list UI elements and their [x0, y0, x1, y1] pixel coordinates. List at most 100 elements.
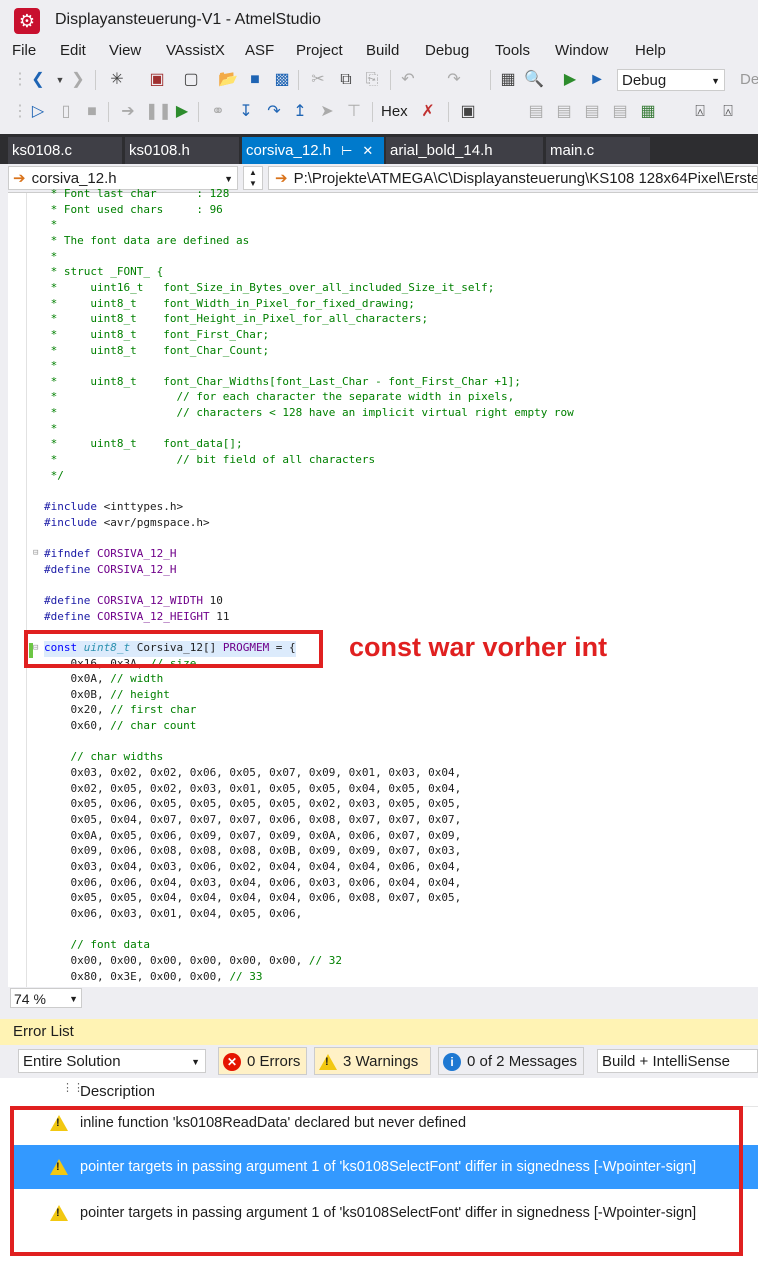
code-line: * uint16_t font_Size_in_Bytes_over_all_i… [44, 280, 495, 294]
menu-asf[interactable]: ASF [245, 42, 274, 59]
column-description[interactable]: Description [80, 1083, 155, 1100]
code-line: #define CORSIVA_12_WIDTH 10 [44, 593, 223, 607]
step-icon[interactable]: ▷ [28, 96, 48, 128]
annotation-text: const war vorher int [349, 632, 608, 662]
tab-ks0108-c[interactable]: ks0108.c [8, 137, 122, 164]
stop-icon[interactable]: ■ [82, 96, 102, 128]
run-to-cursor-icon[interactable]: ➔ [118, 96, 138, 128]
menu-debug[interactable]: Debug [425, 42, 469, 59]
code-line: * uint8_t font_Height_in_Pixel_for_all_c… [44, 312, 429, 326]
menu-edit[interactable]: Edit [60, 42, 86, 59]
copy-icon[interactable]: ⧉ [336, 64, 356, 96]
code-line: * [44, 421, 58, 435]
tab-main-c[interactable]: main.c [546, 137, 650, 164]
build-filter-select[interactable]: Build + IntelliSense [597, 1049, 758, 1073]
cut-icon[interactable]: ✂ [308, 64, 328, 96]
scope-spinner[interactable]: ▲ ▼ [243, 166, 263, 190]
menu-project[interactable]: Project [296, 42, 343, 59]
code-line: 0x05, 0x04, 0x07, 0x07, 0x07, 0x06, 0x08… [44, 813, 462, 826]
start-without-debugging-icon[interactable]: ► [587, 64, 607, 96]
info-icon: i [443, 1053, 461, 1072]
back-icon[interactable]: ❮ [28, 64, 48, 96]
code-line: * Font last char : 128 [44, 187, 230, 200]
memory-icon[interactable]: ▣ [458, 96, 478, 128]
step-out-icon[interactable]: ↥ [290, 96, 310, 128]
cursor-icon[interactable]: ➤ [317, 96, 337, 128]
chevron-down-icon: ▼ [191, 1057, 200, 1067]
error-list-title[interactable]: Error List [0, 1019, 758, 1045]
save-all-icon[interactable]: ▩ [272, 64, 292, 96]
file-path-box[interactable]: ➔ P:\Projekte\ATMEGA\C\Displayansteuerung… [268, 166, 758, 190]
forward-icon[interactable]: ❯ [68, 64, 88, 96]
menu-help[interactable]: Help [635, 42, 666, 59]
code-line: 0x09, 0x06, 0x08, 0x08, 0x08, 0x0B, 0x09… [44, 844, 462, 858]
start-debugging-icon[interactable]: ▶ [560, 64, 580, 96]
warnings-filter-button[interactable]: 3 Warnings [314, 1047, 431, 1075]
solution-explorer-icon[interactable]: ▦ [498, 64, 518, 96]
paste-icon[interactable]: ⎘ [362, 64, 382, 96]
disable-breakpoints-icon[interactable]: ✗ [418, 96, 438, 128]
hex-toggle[interactable]: Hex [381, 103, 408, 120]
save-icon[interactable]: ■ [245, 64, 265, 96]
dropdown-icon[interactable]: ▼ [50, 64, 70, 96]
toolbar-grip-icon: ⋮ [12, 71, 28, 88]
code-line: 0x06, 0x06, 0x04, 0x03, 0x04, 0x06, 0x03… [44, 875, 462, 889]
code-line: * Font used chars : 96 [44, 202, 223, 216]
code-line: 0x60, // char count [44, 719, 197, 733]
menu-build[interactable]: Build [366, 42, 399, 59]
device-icon[interactable]: ▯ [56, 96, 76, 128]
registers-icon[interactable]: ▤ [526, 96, 546, 128]
processor-icon[interactable]: ▤ [582, 96, 602, 128]
new-project-icon[interactable]: ✳ [107, 64, 127, 96]
code-line: */ [44, 468, 64, 482]
warning-icon [319, 1054, 337, 1071]
continue-icon[interactable]: ▶ [172, 96, 192, 128]
menu-vassistx[interactable]: VAssistX [166, 42, 225, 59]
atmel-studio-icon: ⚙ [14, 8, 40, 34]
code-line: 0x00, 0x00, 0x00, 0x00, 0x00, 0x00, // 3… [44, 953, 343, 967]
solution-scope-value: Entire Solution [23, 1053, 121, 1070]
reset-icon[interactable]: ⊤ [344, 96, 364, 128]
errors-filter-button[interactable]: ✕ 0 Errors [218, 1047, 307, 1075]
menu-window[interactable]: Window [555, 42, 608, 59]
messages-filter-button[interactable]: i 0 of 2 Messages [438, 1047, 584, 1075]
download-icon[interactable]: ⍓ [718, 96, 738, 128]
open-file-icon[interactable]: 📂 [218, 64, 238, 96]
platform-label[interactable]: De [740, 71, 758, 88]
close-icon[interactable]: ✕ [362, 137, 373, 164]
download-device-icon[interactable]: ⍓ [690, 96, 710, 128]
tab-corsiva-12-h[interactable]: corsiva_12.h ⊢ ✕ [242, 137, 384, 164]
image-icon[interactable]: ▦ [638, 96, 658, 128]
menu-file[interactable]: File [12, 42, 36, 59]
configuration-select[interactable]: Debug ▼ [617, 69, 725, 91]
solution-scope-select[interactable]: Entire Solution ▼ [18, 1049, 206, 1073]
tab-arial-bold-14-h[interactable]: arial_bold_14.h [386, 137, 543, 164]
io-view-icon[interactable]: ▤ [554, 96, 574, 128]
menu-tools[interactable]: Tools [495, 42, 530, 59]
watch-icon[interactable]: ⚭ [208, 96, 228, 128]
step-over-icon[interactable]: ↷ [264, 96, 284, 128]
code-line: // font data [70, 938, 150, 952]
pause-icon[interactable]: ❚❚ [145, 96, 172, 128]
code-line: 0x0B, // height [44, 687, 170, 701]
redo-icon[interactable]: ↷ [444, 64, 464, 96]
editor-margin [8, 193, 27, 987]
tab-ks0108-h[interactable]: ks0108.h [125, 137, 239, 164]
add-item-icon[interactable]: ▢ [181, 64, 201, 96]
code-line: * // characters < 128 have an implicit v… [44, 406, 574, 420]
code-line: * uint8_t font_First_Char; [44, 327, 270, 341]
fold-toggle-icon[interactable]: ⊟ [33, 548, 38, 558]
tab-label: ks0108.c [12, 142, 73, 159]
errors-count: 0 Errors [247, 1053, 301, 1070]
toolbar-grip-icon: ⋮ [12, 103, 28, 120]
step-into-icon[interactable]: ↧ [236, 96, 256, 128]
tab-label: arial_bold_14.h [390, 142, 493, 159]
new-file-icon[interactable]: ▣ [147, 64, 167, 96]
zoom-select[interactable]: 74 % ▼ [10, 988, 82, 1008]
pin-icon[interactable]: ⊢ [341, 137, 352, 164]
find-icon[interactable]: 🔍 [524, 64, 544, 96]
disassembly-icon[interactable]: ▤ [610, 96, 630, 128]
undo-icon[interactable]: ↶ [398, 64, 418, 96]
code-line: * uint8_t font_Char_Widths[font_Last_Cha… [44, 374, 521, 388]
menu-view[interactable]: View [109, 42, 141, 59]
